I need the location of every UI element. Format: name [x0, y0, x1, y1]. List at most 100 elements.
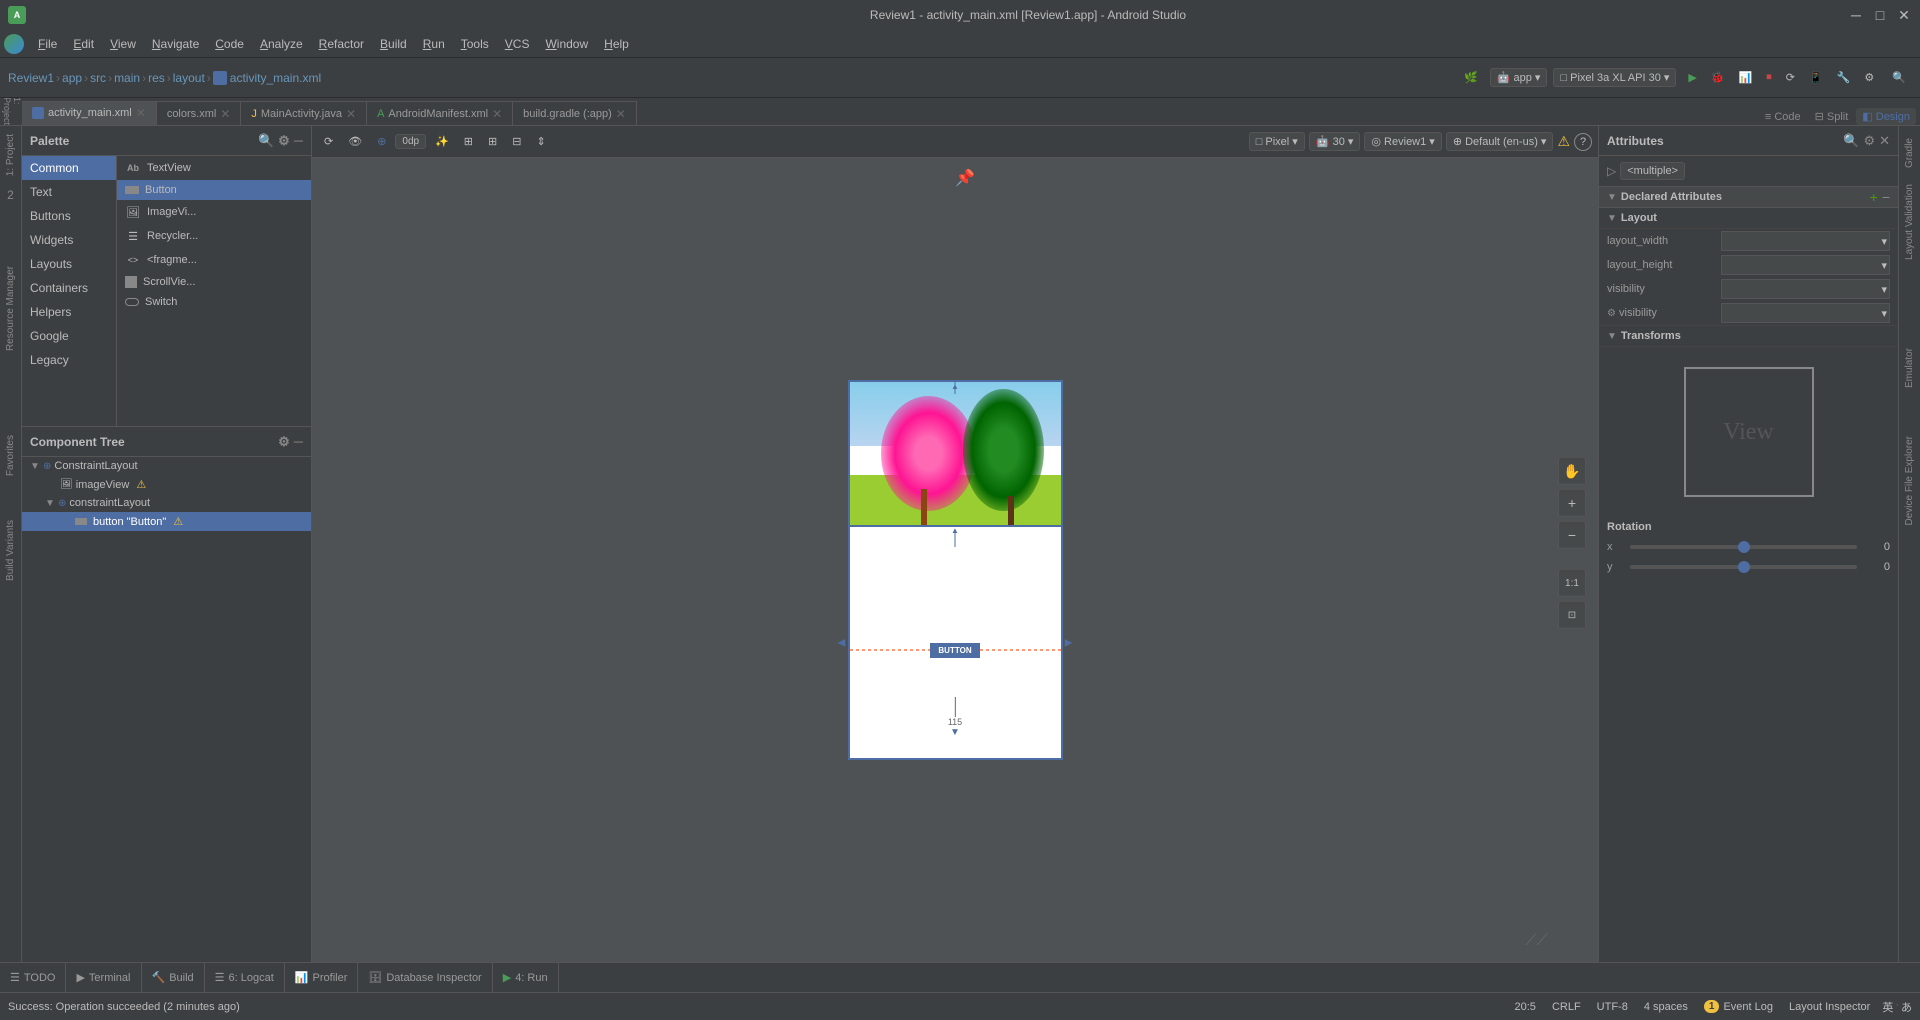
tab-colors-close[interactable]: ✕ [220, 107, 230, 121]
breadcrumb-review1[interactable]: Review1 [8, 71, 54, 85]
todo-tab[interactable]: ☰ TODO [0, 963, 66, 993]
zoom-out-button[interactable]: − [1558, 521, 1586, 549]
tree-item-imageview[interactable]: 🖼 imageView ⚠ [22, 475, 311, 494]
palette-widget-fragment[interactable]: <> <fragme... [117, 248, 311, 272]
favorites-label[interactable]: Favorites [5, 435, 16, 476]
menu-tools[interactable]: Tools [453, 35, 497, 53]
palette-cat-containers[interactable]: Containers [22, 276, 116, 300]
palette-cat-text[interactable]: Text [22, 180, 116, 204]
palette-cat-legacy[interactable]: Legacy [22, 348, 116, 372]
declared-attr-triangle[interactable]: ▼ [1607, 192, 1617, 203]
menu-file[interactable]: File [30, 35, 65, 53]
profile-button[interactable]: 📊 [1733, 69, 1759, 86]
palette-cat-helpers[interactable]: Helpers [22, 300, 116, 324]
profiler-tab[interactable]: 📊 Profiler [285, 963, 359, 993]
menu-edit[interactable]: Edit [65, 35, 102, 53]
warning-icon[interactable]: ⚠ [1557, 133, 1570, 150]
palette-widget-scrollview[interactable]: ScrollVie... [117, 272, 311, 292]
rotation-y-slider[interactable] [1630, 565, 1857, 569]
layout-width-dropdown[interactable]: ▾ [1721, 231, 1890, 251]
constraint-toggle-button[interactable]: ⊕ [371, 133, 392, 150]
git-branch-button[interactable]: 🌿 [1458, 69, 1484, 86]
palette-cat-layouts[interactable]: Layouts [22, 252, 116, 276]
settings-button[interactable]: ⚙ [1858, 69, 1880, 86]
layout-triangle[interactable]: ▼ [1607, 213, 1617, 224]
search-everywhere-button[interactable]: 🔍 [1886, 69, 1912, 86]
component-tree-settings-icon[interactable]: ⚙ [278, 434, 290, 450]
stop-button[interactable]: ⏹ [1760, 69, 1778, 86]
run-button[interactable]: ▶ [1682, 69, 1702, 86]
palette-widget-recyclerview[interactable]: ☰ Recycler... [117, 224, 311, 248]
error-toggle-button[interactable]: 0dp [395, 134, 426, 149]
help-icon[interactable]: ? [1574, 133, 1592, 151]
menu-build[interactable]: Build [372, 35, 415, 53]
locale-dropdown[interactable]: ⊕ Default (en-us) ▾ [1446, 132, 1554, 151]
visibility-dropdown[interactable]: ▾ [1721, 279, 1890, 299]
menu-code[interactable]: Code [207, 35, 252, 53]
menu-help[interactable]: Help [596, 35, 637, 53]
tab-colors[interactable]: colors.xml ✕ [157, 101, 242, 125]
palette-collapse-icon[interactable]: ─ [294, 133, 303, 149]
maximize-button[interactable]: □ [1872, 7, 1888, 23]
breadcrumb-res[interactable]: res [148, 71, 165, 85]
gradle-label[interactable]: Gradle [1904, 134, 1915, 172]
tree-arrow-constraintlayout[interactable]: ▼ [30, 461, 40, 472]
expand-button[interactable]: ⇕ [530, 133, 551, 150]
breadcrumb-src[interactable]: src [90, 71, 106, 85]
resource-manager-label[interactable]: Resource Manager [5, 266, 16, 351]
debug-button[interactable]: 🐞 [1705, 69, 1731, 86]
close-button[interactable]: ✕ [1896, 7, 1912, 23]
palette-cat-widgets[interactable]: Widgets [22, 228, 116, 252]
device-file-explorer-label[interactable]: Device File Explorer [1904, 432, 1915, 529]
layout-validation-label[interactable]: Layout Validation [1904, 180, 1915, 264]
menu-analyze[interactable]: Analyze [252, 35, 311, 53]
indent-indicator[interactable]: 4 spaces [1640, 999, 1692, 1015]
tab-manifest-close[interactable]: ✕ [492, 107, 502, 121]
tree-item-button[interactable]: button "Button" ⚠ [22, 512, 311, 531]
build-variants-label[interactable]: Build Variants [5, 520, 16, 581]
run-tab[interactable]: ▶ 4: Run [493, 963, 559, 993]
align-button[interactable]: ⊞ [458, 133, 479, 150]
emulator-label[interactable]: Emulator [1904, 344, 1915, 392]
palette-cat-google[interactable]: Google [22, 324, 116, 348]
breadcrumb-layout[interactable]: layout [173, 71, 205, 85]
sync-button[interactable]: ⟳ [1780, 69, 1801, 86]
sdk-button[interactable]: 🔧 [1831, 69, 1857, 86]
logcat-tab[interactable]: ☰ 6: Logcat [205, 963, 285, 993]
menu-window[interactable]: Window [537, 35, 596, 53]
view-split-button[interactable]: ⊟ Split [1809, 108, 1855, 125]
visibility2-dropdown[interactable]: ▾ [1721, 303, 1890, 323]
menu-refactor[interactable]: Refactor [311, 35, 372, 53]
breadcrumb-main[interactable]: main [114, 71, 140, 85]
pack-button[interactable]: ⊟ [506, 133, 527, 150]
position-indicator[interactable]: 20:5 [1511, 999, 1540, 1015]
tab-buildgradle[interactable]: build.gradle (:app) ✕ [513, 101, 637, 125]
view-code-button[interactable]: ≡ Code [1759, 109, 1807, 125]
tab-activity-main[interactable]: activity_main.xml ✕ [22, 101, 157, 125]
palette-widget-imageview[interactable]: 🖼 ImageVi... [117, 200, 311, 224]
breadcrumb-app[interactable]: app [62, 71, 82, 85]
layout-height-dropdown[interactable]: ▾ [1721, 255, 1890, 275]
attributes-search-icon[interactable]: 🔍 [1843, 133, 1859, 149]
palette-widget-switch[interactable]: Switch [117, 292, 311, 312]
tree-item-constraintlayout-child[interactable]: ▼ ⊕ constraintLayout [22, 494, 311, 512]
fit-button[interactable]: 1:1 [1558, 569, 1586, 597]
breadcrumb-file[interactable]: activity_main.xml [230, 71, 321, 85]
tab-mainactivity[interactable]: J MainActivity.java ✕ [241, 101, 367, 125]
app-dropdown[interactable]: 🤖 app ▾ [1490, 68, 1548, 87]
menu-run[interactable]: Run [415, 35, 453, 53]
declared-attr-minus-icon[interactable]: − [1882, 189, 1890, 205]
pixel-dropdown[interactable]: □ Pixel ▾ [1249, 132, 1305, 151]
tree-item-constraintlayout[interactable]: ▼ ⊕ ConstraintLayout [22, 457, 311, 475]
magic-button[interactable]: ✨ [429, 133, 455, 150]
build-tab[interactable]: 🔨 Build [142, 963, 205, 993]
language-indicator[interactable]: 英 · あ [1882, 999, 1912, 1015]
terminal-tab[interactable]: ▶ Terminal [66, 963, 141, 993]
palette-search-icon[interactable]: 🔍 [258, 133, 274, 149]
palette-widget-textview[interactable]: Ab TextView [117, 156, 311, 180]
tab-activity-main-close[interactable]: ✕ [136, 106, 146, 120]
tab-buildgradle-close[interactable]: ✕ [616, 107, 626, 121]
structure-sidebar-label[interactable]: 2 [7, 188, 14, 202]
api-dropdown[interactable]: 🤖 30 ▾ [1309, 132, 1361, 151]
toggle-view-button[interactable]: 👁 [342, 133, 368, 150]
